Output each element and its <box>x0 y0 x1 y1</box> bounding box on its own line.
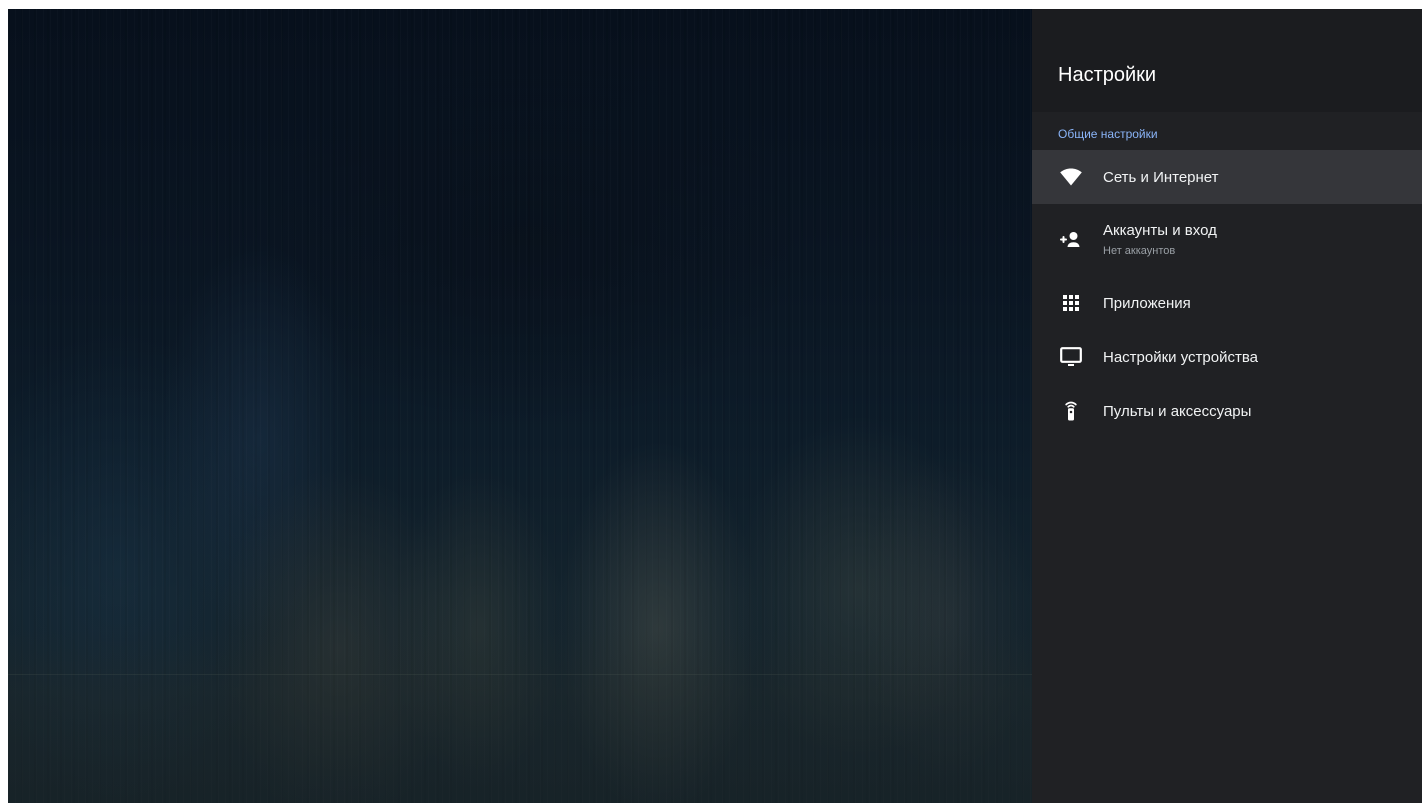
wifi-icon <box>1059 165 1083 189</box>
tv-icon <box>1059 345 1083 369</box>
settings-item-apps-label: Приложения <box>1103 294 1191 312</box>
settings-item-apps[interactable]: Приложения <box>1032 276 1422 330</box>
settings-item-remotes[interactable]: Пульты и аксессуары <box>1032 384 1422 438</box>
settings-title: Настройки <box>1058 64 1157 86</box>
settings-panel: Настройки Общие настройки Сеть и Интерне… <box>1032 9 1422 803</box>
apps-grid-icon <box>1059 291 1083 315</box>
add-person-icon <box>1059 228 1083 252</box>
tv-screen: Настройки Общие настройки Сеть и Интерне… <box>8 9 1422 803</box>
ambient-background <box>8 9 1032 803</box>
settings-item-network-label: Сеть и Интернет <box>1103 168 1219 186</box>
settings-header: Настройки <box>1032 9 1422 112</box>
background-haze <box>8 629 1032 803</box>
settings-menu: Сеть и Интернет Аккаунты и вход Нет акка… <box>1032 150 1422 438</box>
settings-item-accounts-subtitle: Нет аккаунтов <box>1103 245 1176 257</box>
settings-item-device[interactable]: Настройки устройства <box>1032 330 1422 384</box>
settings-item-device-label: Настройки устройства <box>1103 348 1258 366</box>
settings-item-remotes-label: Пульты и аксессуары <box>1103 402 1252 420</box>
settings-item-accounts[interactable]: Аккаунты и вход Нет аккаунтов <box>1032 204 1422 276</box>
general-settings-section-title: Общие настройки <box>1058 127 1158 141</box>
settings-item-accounts-label: Аккаунты и вход <box>1103 222 1217 239</box>
settings-item-network[interactable]: Сеть и Интернет <box>1032 150 1422 204</box>
background-horizon-line <box>8 674 1032 675</box>
remote-icon <box>1059 399 1083 423</box>
